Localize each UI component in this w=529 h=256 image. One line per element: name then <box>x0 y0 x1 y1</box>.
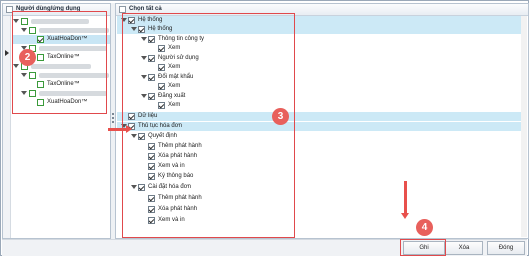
annotation-box-save <box>400 239 446 256</box>
annotation-badge-4: 4 <box>416 219 433 236</box>
annotation-arrow-right-icon <box>108 125 132 133</box>
annotation-badge-3: 3 <box>272 108 289 125</box>
annotation-arrow-down-icon <box>401 181 409 219</box>
row-indicator-column <box>3 16 11 238</box>
close-button[interactable]: Đóng <box>487 241 525 255</box>
annotation-box-permissions <box>122 13 295 238</box>
annotation-badge-2: 2 <box>19 49 36 66</box>
delete-button[interactable]: Xóa <box>445 241 483 255</box>
splitter-grip-dot <box>112 121 114 123</box>
splitter-grip-dot <box>112 113 114 115</box>
current-row-pointer-icon <box>5 50 9 56</box>
vertical-scrollbar[interactable] <box>521 16 527 237</box>
splitter-grip-dot <box>112 117 114 119</box>
permission-window: Người dùng/ứng dụng XuatHoaDon™ TaxOnlin… <box>0 0 529 256</box>
select-all-label: Chọn tất cả <box>129 6 162 12</box>
select-all-checkbox[interactable] <box>119 6 126 13</box>
